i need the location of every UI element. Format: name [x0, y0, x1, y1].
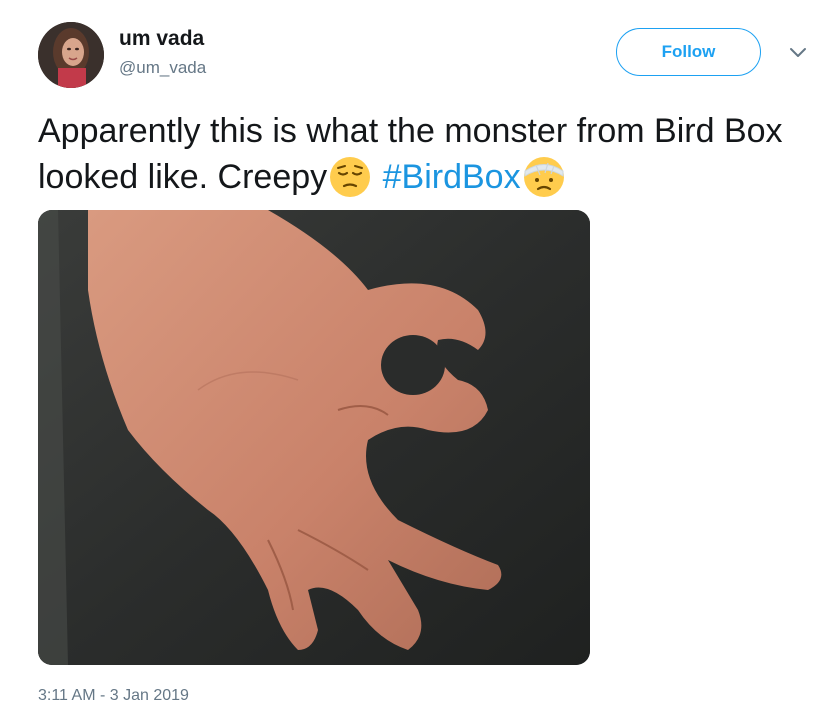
face-with-head-bandage-icon: [521, 154, 567, 200]
tweet-timestamp[interactable]: 3:11 AM - 3 Jan 2019: [38, 687, 189, 705]
tweet-text: Apparently this is what the monster from…: [38, 108, 818, 200]
pensive-face-icon: [327, 154, 373, 200]
display-name[interactable]: um vada: [119, 27, 204, 51]
follow-button[interactable]: Follow: [616, 28, 761, 76]
user-handle[interactable]: @um_vada: [119, 58, 206, 78]
chevron-down-icon[interactable]: [787, 44, 809, 62]
hashtag-link[interactable]: #BirdBox: [383, 158, 521, 196]
avatar[interactable]: [38, 22, 104, 88]
tweet-image[interactable]: [38, 210, 590, 665]
